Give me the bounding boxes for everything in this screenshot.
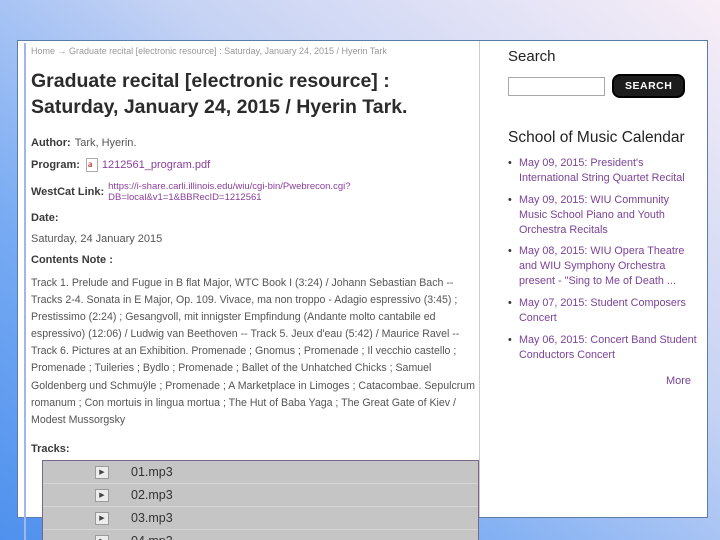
- contents-note-text: Track 1. Prelude and Fugue in B flat Maj…: [31, 276, 476, 426]
- main-column: Home → Graduate recital [electronic reso…: [24, 43, 480, 540]
- calendar-event-link[interactable]: May 09, 2015: WIU Community Music School…: [508, 193, 698, 238]
- play-icon[interactable]: ▶: [95, 488, 109, 502]
- contents-note-label: Contents Note :: [31, 253, 113, 266]
- tracks-label-row: Tracks:: [31, 443, 480, 455]
- calendar-event-link[interactable]: May 06, 2015: Concert Band Student Condu…: [508, 333, 698, 363]
- contents-label-row: Contents Note :: [31, 254, 480, 266]
- author-value: Tark, Hyerin.: [74, 136, 137, 149]
- author-label: Author:: [31, 136, 71, 149]
- page-title: Graduate recital [electronic resource] :…: [31, 70, 408, 119]
- breadcrumb-current: Graduate recital [electronic resource] :…: [69, 46, 387, 56]
- author-row: Author: Tark, Hyerin.: [31, 137, 480, 149]
- track-row: ▶ 03.mp3: [43, 507, 478, 531]
- date-label: Date:: [31, 211, 59, 224]
- tracks-table: ▶ 01.mp3 ▶ 02.mp3 ▶ 03.mp3 ▶ 04.mp3: [42, 460, 479, 540]
- westcat-label: WestCat Link:: [31, 185, 105, 198]
- breadcrumb-home-link[interactable]: Home: [31, 46, 55, 56]
- track-filename[interactable]: 01.mp3: [131, 465, 173, 479]
- more-link[interactable]: More: [491, 375, 691, 387]
- track-filename[interactable]: 04.mp3: [131, 534, 173, 540]
- content-window: Home → Graduate recital [electronic reso…: [17, 40, 708, 540]
- track-filename[interactable]: 02.mp3: [131, 488, 173, 502]
- search-row: SEARCH: [508, 74, 703, 98]
- date-label-row: Date:: [31, 212, 480, 224]
- play-icon[interactable]: ▶: [95, 511, 109, 525]
- calendar-event-link[interactable]: May 07, 2015: Student Composers Concert: [508, 296, 698, 326]
- calendar-event-link[interactable]: May 09, 2015: President's International …: [508, 156, 698, 186]
- pdf-icon: a: [85, 157, 98, 172]
- westcat-link[interactable]: https://i-share.carli.illinois.edu/wiu/c…: [108, 181, 480, 203]
- search-button[interactable]: SEARCH: [612, 74, 686, 98]
- track-row: ▶ 02.mp3: [43, 484, 478, 508]
- search-input[interactable]: [508, 76, 605, 96]
- column-divider: [479, 41, 480, 517]
- play-icon[interactable]: ▶: [95, 534, 109, 540]
- breadcrumb-separator-icon: →: [57, 46, 67, 56]
- program-pdf-link[interactable]: 1212561_program.pdf: [102, 159, 210, 171]
- program-row: Program: a 1212561_program.pdf: [31, 157, 480, 172]
- date-value: Saturday, 24 January 2015: [31, 232, 163, 245]
- search-heading: Search: [508, 48, 556, 65]
- track-filename[interactable]: 03.mp3: [131, 511, 173, 525]
- calendar-event-link[interactable]: May 08, 2015: WIU Opera Theatre and WIU …: [508, 244, 698, 289]
- tracks-label: Tracks:: [31, 443, 70, 456]
- track-row: ▶ 01.mp3: [43, 461, 478, 485]
- program-label: Program:: [31, 158, 80, 171]
- westcat-row: WestCat Link: https://i-share.carli.illi…: [31, 181, 480, 203]
- breadcrumb: Home → Graduate recital [electronic reso…: [31, 43, 480, 56]
- calendar-event-list: May 09, 2015: President's International …: [508, 156, 698, 363]
- track-row: ▶ 04.mp3: [43, 530, 478, 540]
- play-icon[interactable]: ▶: [95, 465, 109, 479]
- sidebar: Search SEARCH School of Music Calendar M…: [491, 45, 703, 387]
- calendar-heading: School of Music Calendar: [508, 129, 685, 146]
